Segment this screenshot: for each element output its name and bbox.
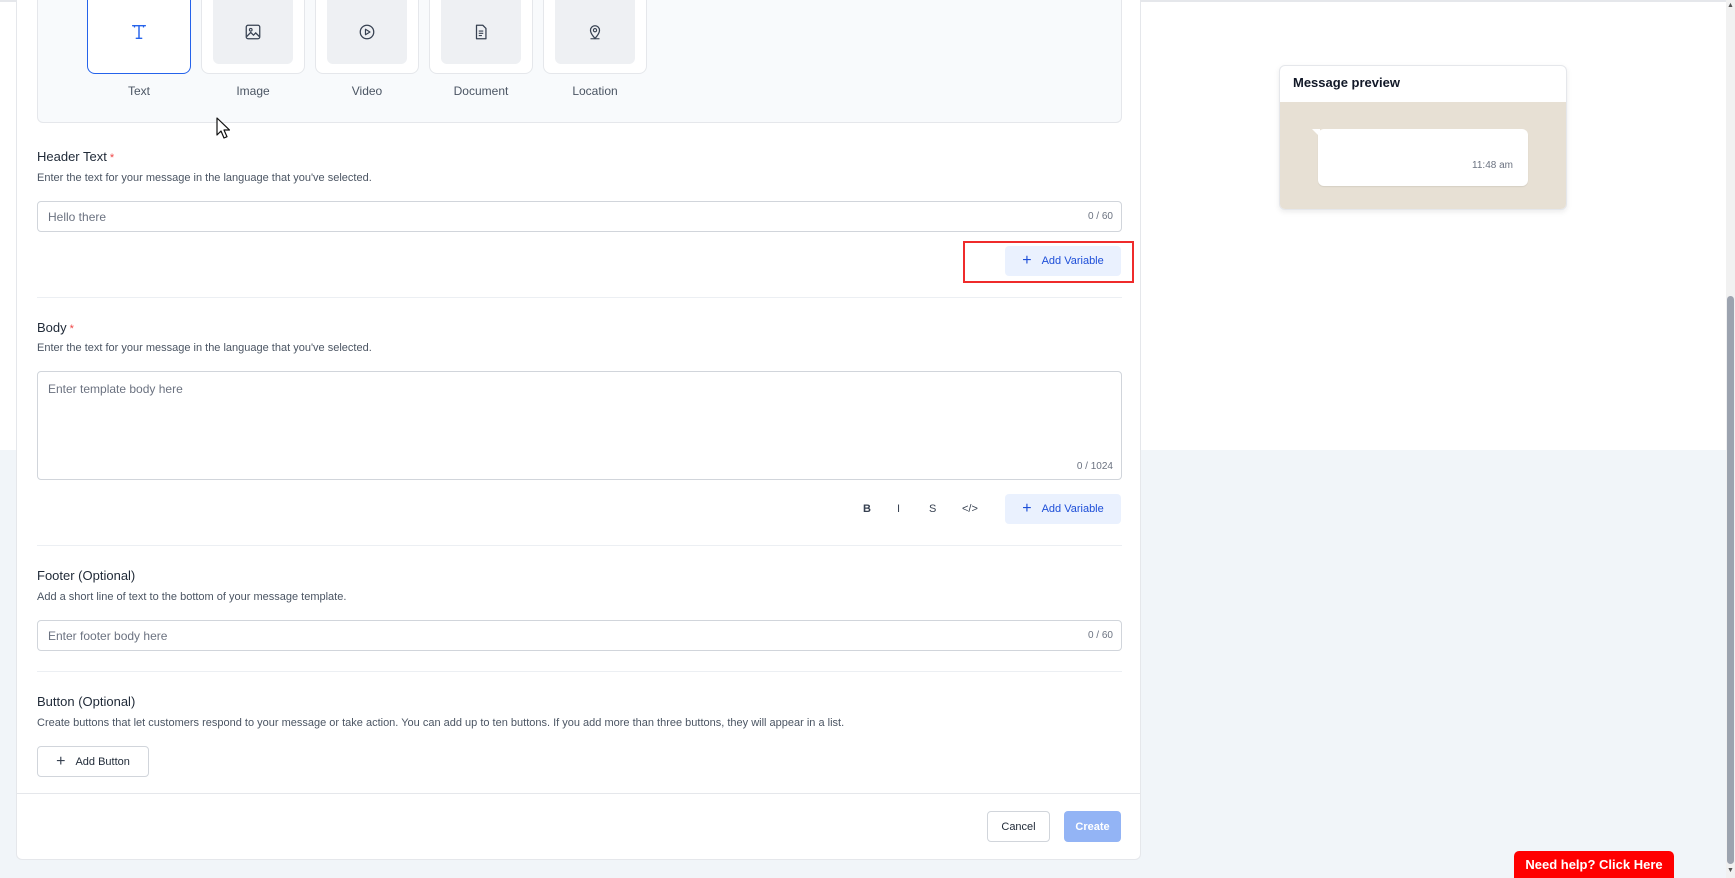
media-option-image[interactable]: Image (201, 0, 305, 98)
strikethrough-button[interactable]: S (929, 497, 936, 521)
highlight-annotation-box (963, 241, 1134, 283)
italic-button[interactable]: I (897, 497, 900, 521)
media-label-document: Document (453, 84, 509, 98)
media-type-panel: Text Image Video Document Location (37, 0, 1122, 123)
scrollbar-thumb[interactable] (1727, 296, 1734, 864)
footer-title: Footer (Optional) (37, 568, 136, 583)
section-divider (37, 671, 1122, 672)
code-button[interactable]: </> (962, 497, 978, 521)
mouse-cursor-icon (216, 117, 230, 139)
scroll-up-icon[interactable]: ▲ (1727, 2, 1734, 9)
required-marker: * (69, 323, 74, 335)
form-footer-divider (17, 793, 1140, 794)
play-circle-icon (359, 24, 375, 40)
add-button-button[interactable]: + Add Button (37, 746, 149, 777)
required-marker: * (109, 152, 115, 164)
body-description: Enter the text for your message in the l… (37, 342, 372, 354)
header-text-description: Enter the text for your message in the l… (37, 172, 372, 184)
need-help-button[interactable]: Need help? Click Here (1514, 851, 1674, 878)
media-box-image[interactable] (201, 0, 305, 74)
media-box-text[interactable] (87, 0, 191, 74)
plus-icon: + (1022, 500, 1032, 517)
plus-icon: + (56, 752, 66, 770)
map-pin-icon (589, 25, 601, 40)
image-icon (245, 24, 261, 40)
media-box-document[interactable] (429, 0, 533, 74)
media-label-text: Text (127, 84, 150, 98)
header-text-counter: 0 / 60 (1087, 211, 1113, 222)
create-button[interactable]: Create (1064, 811, 1121, 842)
media-label-video: Video (351, 84, 383, 98)
footer-description: Add a short line of text to the bottom o… (37, 591, 347, 603)
section-divider (37, 297, 1122, 298)
header-text-title: Header Text * (37, 149, 115, 164)
media-option-document[interactable]: Document (429, 0, 533, 98)
preview-title: Message preview (1293, 75, 1400, 90)
body-counter: 0 / 1024 (1076, 461, 1113, 472)
buttons-description: Create buttons that let customers respon… (37, 717, 845, 729)
body-add-variable-button[interactable]: + Add Variable (1005, 494, 1121, 524)
header-text-input[interactable] (37, 201, 1122, 232)
scroll-down-icon[interactable]: ▼ (1727, 867, 1734, 874)
bold-button[interactable]: B (863, 497, 871, 521)
text-type-icon (131, 24, 147, 40)
media-option-location[interactable]: Location (543, 0, 647, 98)
message-time: 11:48 am (1472, 160, 1513, 171)
message-bubble: 11:48 am (1318, 129, 1528, 186)
document-icon (475, 24, 487, 40)
media-option-text[interactable]: Text (87, 0, 191, 98)
footer-input[interactable] (37, 620, 1122, 651)
message-preview-card: Message preview 11:48 am (1279, 65, 1567, 210)
section-divider (37, 545, 1122, 546)
body-title: Body * (37, 320, 74, 335)
footer-counter: 0 / 60 (1087, 630, 1113, 641)
media-box-video[interactable] (315, 0, 419, 74)
media-box-location[interactable] (543, 0, 647, 74)
media-label-location: Location (572, 84, 618, 98)
cancel-button[interactable]: Cancel (987, 811, 1050, 842)
chat-background: 11:48 am (1280, 102, 1566, 209)
media-option-video[interactable]: Video (315, 0, 419, 98)
body-textarea[interactable] (37, 371, 1122, 480)
template-form-card: Text Image Video Document Location Heade… (16, 0, 1141, 860)
media-label-image: Image (236, 84, 270, 98)
buttons-title: Button (Optional) (37, 694, 136, 709)
